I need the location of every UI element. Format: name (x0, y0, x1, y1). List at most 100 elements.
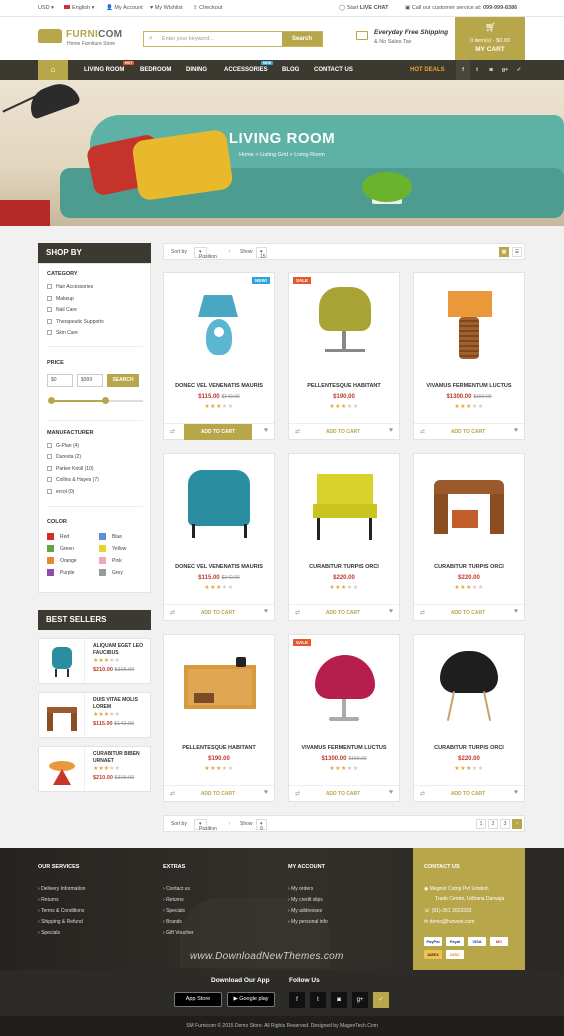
limit-select[interactable]: 9 ▾ (256, 819, 267, 832)
product-card[interactable]: CURABITUR TURPIS ORCI $220.00 ★★★★★ ⇄ ADD TO… (413, 453, 525, 621)
list-view-icon[interactable]: ☰ (512, 247, 522, 257)
product-image[interactable] (414, 635, 524, 735)
best-seller-item[interactable]: DUIS VITAE MOLIS LOREM ★★★★★ $115.00 $142.… (38, 692, 151, 738)
wishlist-heart-icon[interactable]: ♥ (514, 608, 518, 615)
wishlist-heart-icon[interactable]: ♥ (264, 789, 268, 796)
product-name[interactable]: DONEC VEL VENENATIS MAURIS (164, 383, 274, 389)
sort-direction-icon[interactable]: ↑ (228, 249, 231, 255)
best-seller-image[interactable] (39, 747, 85, 791)
category-checkbox[interactable]: Skin Care (47, 330, 78, 336)
price-search-button[interactable]: SEARCH (107, 374, 139, 387)
footer-link[interactable]: › Returns (163, 897, 184, 903)
best-seller-image[interactable] (39, 693, 85, 737)
product-name[interactable]: VIVAMUS FERMENTUM LUCTUS (414, 383, 524, 389)
compare-icon[interactable]: ⇄ (295, 609, 300, 616)
next-page-button[interactable]: › (512, 819, 522, 829)
compare-icon[interactable]: ⇄ (170, 609, 175, 616)
color-swatch-purple[interactable]: Purple (47, 569, 74, 576)
nav-accessories[interactable]: ACCESSORIES (224, 67, 268, 73)
rss-icon[interactable]: ◙ (484, 60, 498, 80)
limit-select[interactable]: 15 ▾ (256, 247, 267, 260)
best-seller-item[interactable]: CURABITUR BIBEN URNAET ★★★★★ $210.00 $315.… (38, 746, 151, 792)
compare-icon[interactable]: ⇄ (420, 609, 425, 616)
compare-icon[interactable]: ⇄ (170, 790, 175, 797)
price-min-input[interactable]: $0 (47, 374, 73, 387)
manufacturer-checkbox[interactable]: Collins & Hayes (7) (47, 477, 99, 483)
category-checkbox[interactable]: Therapeutic Supports (47, 319, 104, 325)
language-select[interactable]: English ▾ (64, 5, 94, 11)
vine-icon[interactable]: ✓ (373, 992, 389, 1008)
product-card[interactable]: SALE PELLENTESQUE HABITANT $190.00 ★★★★★ ⇄ AD… (288, 272, 400, 440)
best-seller-name[interactable]: DUIS VITAE MOLIS LOREM (93, 697, 151, 711)
footer-link[interactable]: › Brands (163, 919, 182, 925)
wishlist-heart-icon[interactable]: ♥ (389, 608, 393, 615)
footer-link[interactable]: › Delivery Information (38, 886, 86, 892)
product-card[interactable]: DONEC VEL VENENATIS MAURIS $115.00 $142.00… (163, 453, 275, 621)
live-chat-link[interactable]: ◯ Start LIVE CHAT (339, 5, 388, 11)
product-card[interactable]: CURABITUR TURPIS ORCI $220.00 ★★★★★ ⇄ ADD TO… (413, 634, 525, 802)
color-swatch-grey[interactable]: Grey (99, 569, 123, 576)
app-store-button[interactable]: App Store (174, 992, 222, 1007)
page-1-button[interactable]: 1 (476, 819, 486, 829)
product-image[interactable] (414, 273, 524, 373)
product-name[interactable]: PELLENTESQUE HABITANT (164, 745, 274, 751)
footer-link[interactable]: › Terms & Conditions (38, 908, 84, 914)
currency-select[interactable]: USD ▾ (38, 5, 54, 11)
sort-select[interactable]: Position ▾ (194, 247, 217, 260)
wishlist-heart-icon[interactable]: ♥ (264, 608, 268, 615)
breadcrumb-home[interactable]: Home (239, 152, 254, 158)
wishlist-link[interactable]: ♥ My Wishlist (150, 5, 183, 11)
product-name[interactable]: CURABITUR TURPIS ORCI (414, 745, 524, 751)
compare-icon[interactable]: ⇄ (170, 428, 175, 435)
footer-link[interactable]: › My personal info (288, 919, 328, 925)
product-image[interactable] (414, 454, 524, 554)
logo-sofa-icon[interactable] (38, 29, 62, 43)
footer-link[interactable]: › Gift Voucher (163, 930, 194, 936)
compare-icon[interactable]: ⇄ (295, 790, 300, 797)
manufacturer-checkbox[interactable]: Duresta (2) (47, 454, 81, 460)
add-to-cart-button[interactable]: ADD TO CART (184, 424, 252, 440)
manufacturer-checkbox[interactable]: G-Plan (4) (47, 443, 79, 449)
manufacturer-checkbox[interactable]: ercol (0) (47, 489, 74, 495)
logo[interactable]: FURNICOM (66, 29, 122, 40)
manufacturer-checkbox[interactable]: Parker Knoll (10) (47, 466, 94, 472)
product-image[interactable] (289, 635, 399, 735)
best-seller-name[interactable]: CURABITUR BIBEN URNAET (93, 751, 151, 765)
google-plus-icon[interactable]: g+ (498, 60, 512, 80)
vine-icon[interactable]: ✓ (512, 60, 526, 80)
product-name[interactable]: VIVAMUS FERMENTUM LUCTUS (289, 745, 399, 751)
product-name[interactable]: PELLENTESQUE HABITANT (289, 383, 399, 389)
color-swatch-blue[interactable]: Blue (99, 533, 122, 540)
footer-link[interactable]: › Specials (38, 930, 60, 936)
google-plus-icon[interactable]: g+ (352, 992, 368, 1008)
nav-bedroom[interactable]: BEDROOM (140, 67, 171, 73)
footer-link[interactable]: › Contact us (163, 886, 190, 892)
wishlist-heart-icon[interactable]: ♥ (514, 427, 518, 434)
product-image[interactable] (289, 454, 399, 554)
footer-link[interactable]: › My orders (288, 886, 313, 892)
color-swatch-green[interactable]: Green (47, 545, 74, 552)
color-swatch-orange[interactable]: Orange (47, 557, 77, 564)
cart-button[interactable]: 🛒︎ 0 item(s) - $0.00 MY CART (455, 17, 525, 60)
page-3-button[interactable]: 3 (500, 819, 510, 829)
facebook-icon[interactable]: f (456, 60, 470, 80)
add-to-cart-button[interactable]: ADD TO CART (434, 605, 502, 621)
best-seller-image[interactable] (39, 639, 85, 683)
wishlist-heart-icon[interactable]: ♥ (264, 427, 268, 434)
footer-link[interactable]: › My credit slips (288, 897, 323, 903)
category-checkbox[interactable]: Nail Care (47, 307, 77, 313)
add-to-cart-button[interactable]: ADD TO CART (309, 424, 377, 440)
color-swatch-red[interactable]: Red (47, 533, 69, 540)
category-checkbox[interactable]: Hair Accessories (47, 284, 93, 290)
best-seller-name[interactable]: ALIQUAM EGET LEO FAUCIBUS (93, 643, 151, 657)
footer-link[interactable]: › Specials (163, 908, 185, 914)
product-image[interactable] (164, 454, 274, 554)
email-line[interactable]: ✉ demo@harvest.com (424, 919, 474, 925)
add-to-cart-button[interactable]: ADD TO CART (184, 786, 252, 802)
checkout-link[interactable]: ⇪ Checkout (193, 5, 222, 11)
footer-link[interactable]: › Returns (38, 897, 59, 903)
search-button[interactable]: Search (282, 32, 322, 46)
add-to-cart-button[interactable]: ADD TO CART (309, 786, 377, 802)
product-name[interactable]: DONEC VEL VENENATIS MAURIS (164, 564, 274, 570)
wishlist-heart-icon[interactable]: ♥ (389, 427, 393, 434)
